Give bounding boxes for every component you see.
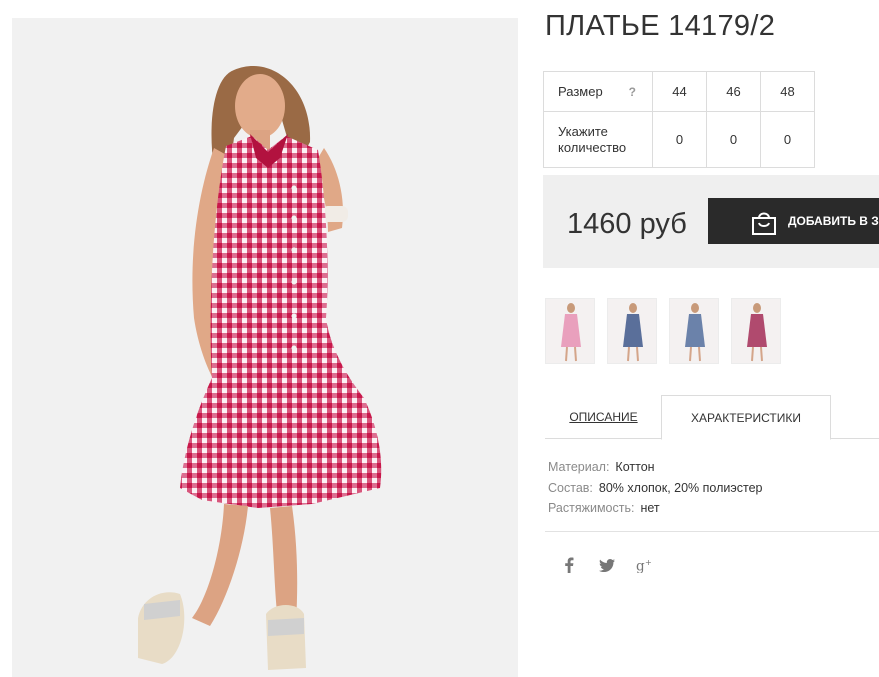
price: 1460 руб [567, 208, 687, 240]
spec-stretch-label: Растяжимость: [548, 501, 635, 515]
quantity-label-cell: Укажите количество [543, 111, 653, 168]
add-to-cart-label: ДОБАВИТЬ В З [788, 214, 879, 228]
spec-material: Материал: Коттон [548, 457, 762, 478]
svg-text:+: + [645, 557, 652, 567]
quantity-input-44[interactable]: 0 [652, 111, 707, 168]
size-option-46: 46 [706, 71, 761, 112]
shopping-bag-icon [752, 212, 776, 235]
social-share: g + [560, 556, 654, 574]
size-label-cell: Размер ? [543, 71, 653, 112]
dress-illustration [138, 66, 382, 670]
divider [545, 531, 879, 532]
google-plus-icon[interactable]: g + [636, 556, 654, 574]
tab-description[interactable]: ОПИСАНИЕ [545, 395, 662, 439]
spec-stretch-value: нет [640, 501, 660, 515]
quantity-input-46[interactable]: 0 [706, 111, 761, 168]
quantity-input-48[interactable]: 0 [760, 111, 815, 168]
product-tabs: ОПИСАНИЕ ХАРАКТЕРИСТИКИ [545, 395, 879, 440]
thumbnail-1[interactable] [545, 298, 595, 364]
facebook-icon[interactable] [560, 556, 578, 574]
size-table: Размер ? 44 46 48 Укажите количество 0 0… [543, 71, 815, 168]
size-option-48: 48 [760, 71, 815, 112]
thumbnail-3[interactable] [669, 298, 719, 364]
product-main-image[interactable] [12, 18, 518, 677]
add-to-cart-button[interactable]: ДОБАВИТЬ В З [708, 198, 879, 244]
spec-composition-label: Состав: [548, 480, 593, 495]
twitter-icon[interactable] [598, 556, 616, 574]
size-option-44: 44 [652, 71, 707, 112]
spec-material-label: Материал: [548, 460, 610, 474]
spec-composition-value: 80% хлопок, 20% полиэстер [598, 480, 763, 495]
spec-composition: Состав: 80% хлопок, 20% полиэстер [548, 478, 762, 499]
spec-material-value: Коттон [615, 460, 655, 474]
price-box: 1460 руб ДОБАВИТЬ В З [543, 175, 879, 268]
thumbnail-2[interactable] [607, 298, 657, 364]
tab-characteristics[interactable]: ХАРАКТЕРИСТИКИ [661, 395, 831, 440]
svg-text:g: g [636, 558, 645, 573]
size-label: Размер [558, 84, 603, 99]
specs-list: Материал: Коттон Состав: 80% хлопок, 20% п… [548, 457, 762, 519]
spec-stretch: Растяжимость: нет [548, 498, 762, 519]
quantity-label: Укажите количество [558, 123, 627, 155]
thumbnail-strip [545, 298, 781, 364]
thumbnail-4[interactable] [731, 298, 781, 364]
size-help-icon[interactable]: ? [629, 85, 636, 99]
product-title: ПЛАТЬЕ 14179/2 [545, 10, 776, 42]
